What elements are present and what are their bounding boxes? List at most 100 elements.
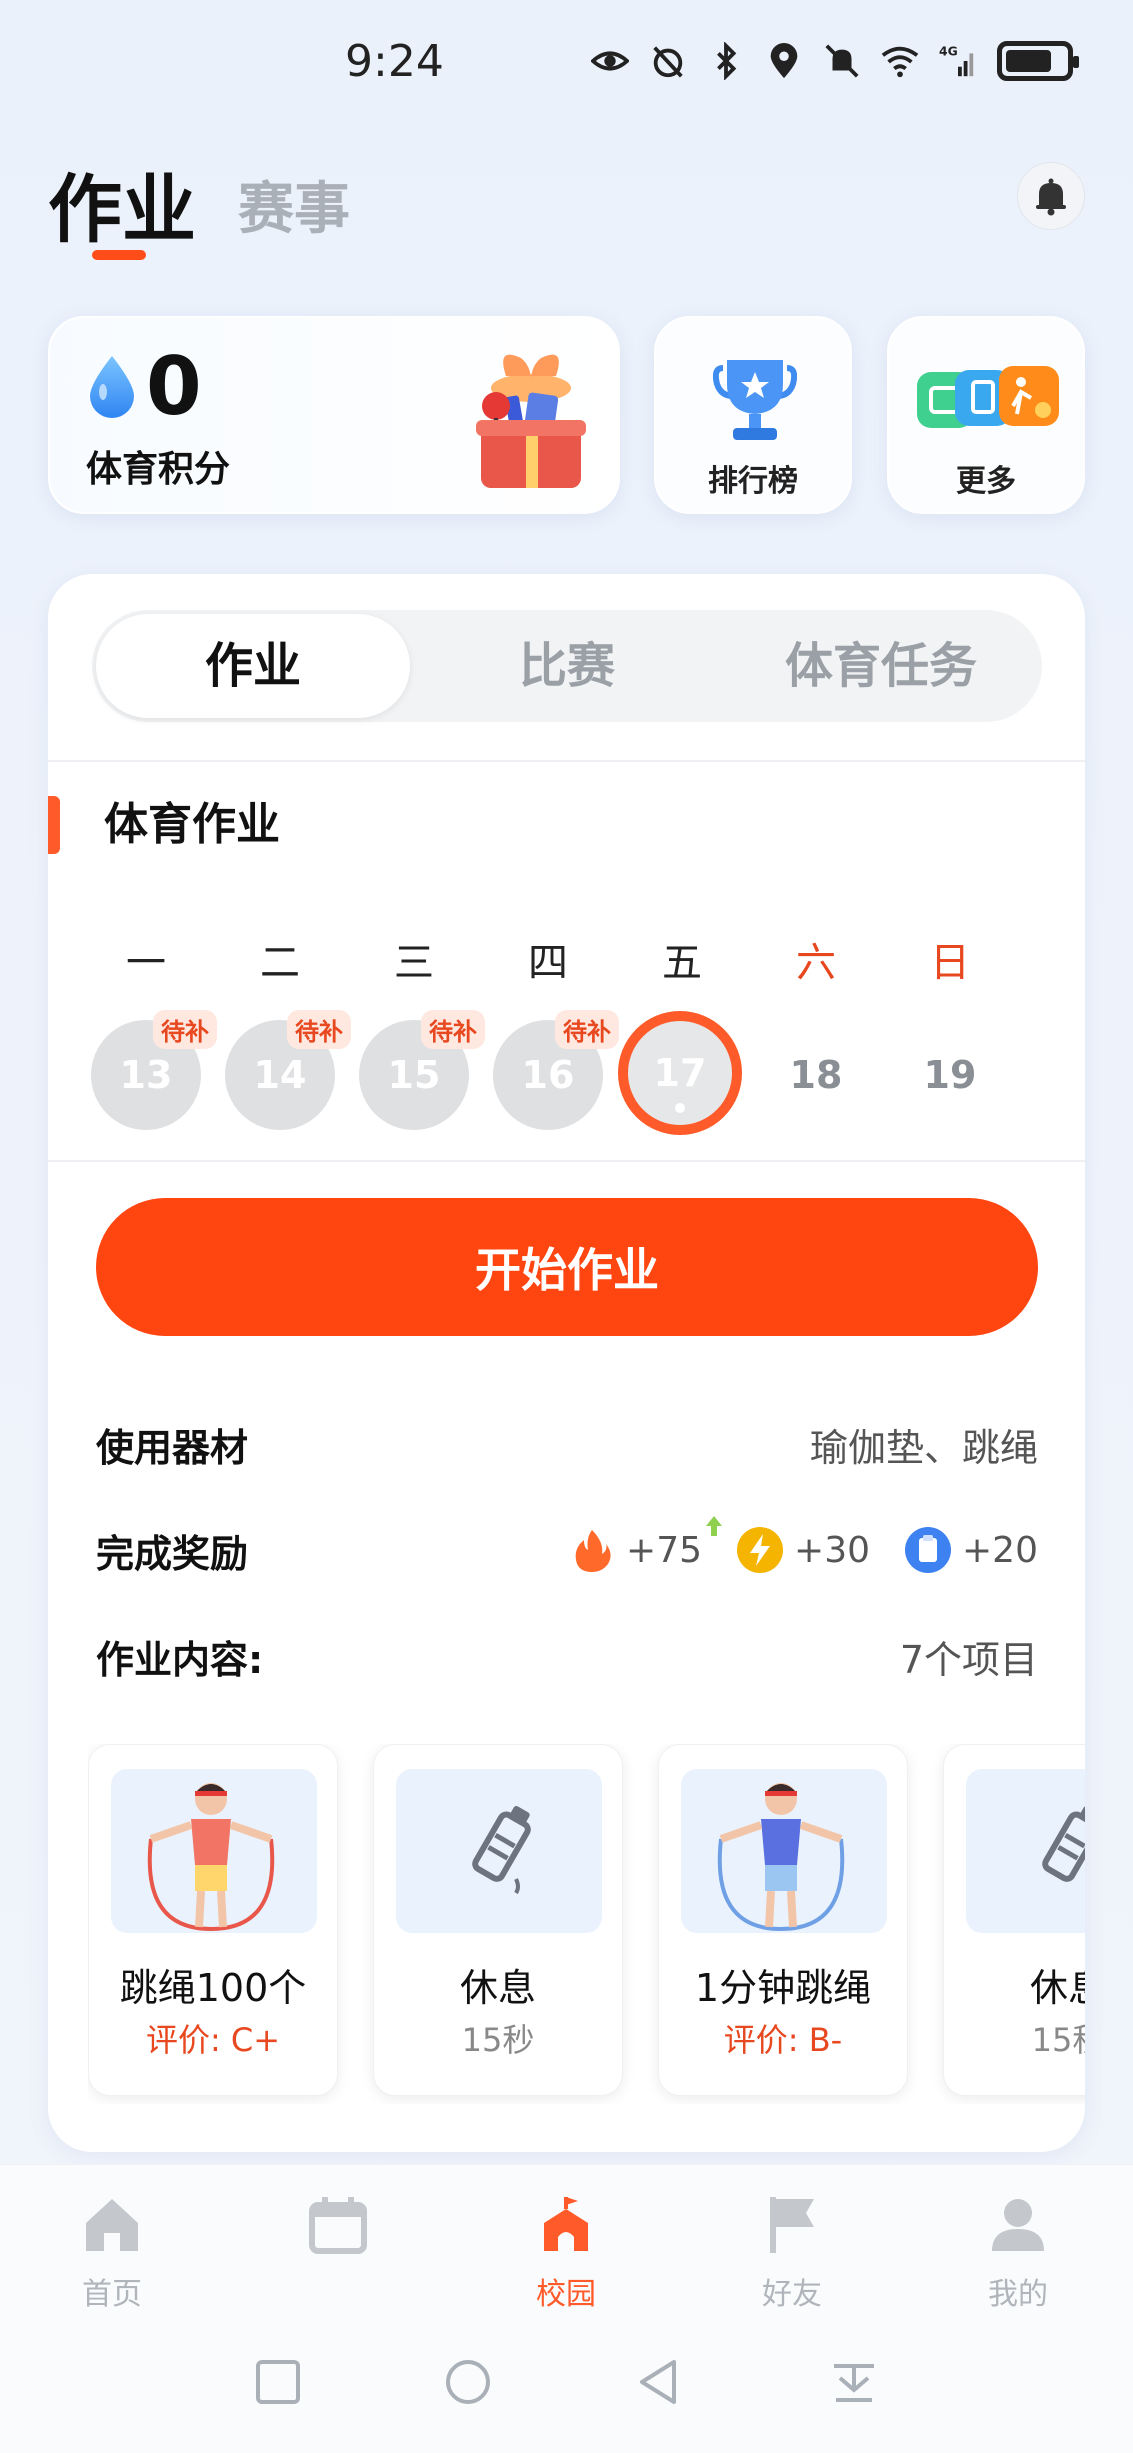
eye-icon [591,42,629,80]
makeup-badge: 待补 [287,1010,351,1049]
content-count[interactable]: 7个项目 [900,1629,1038,1684]
wifi-icon [881,42,919,80]
day-18[interactable]: 18 [761,1020,871,1130]
nav-label: 我的 [988,2277,1048,2312]
start-homework-button[interactable]: 开始作业 [96,1198,1038,1336]
clipboard-icon [905,1527,952,1573]
calendar-icon [309,2197,367,2254]
bluetooth-icon [707,42,745,80]
exercise-title: 跳绳100个 [119,1966,307,2010]
weekday-label: 五 [662,940,702,986]
tab-active-indicator [92,250,146,260]
more-apps-icon [917,366,1059,428]
tab-homework[interactable]: 作业 [48,150,196,257]
homework-panel: 作业 比赛 体育任务 体育作业 一 二 三 四 五 六 日 13 待补 14 待… [48,574,1085,2152]
nav-friends[interactable]: 好友 [732,2193,852,2313]
reward-value: +30 [794,1529,871,1571]
day-number: 13 [119,1053,173,1097]
day-16[interactable]: 16 待补 [493,1010,619,1130]
battery-icon [997,41,1079,81]
exercise-card[interactable]: 休息 15秒 [373,1744,623,2096]
rewards-row: 完成奖励 +75 +30 +20 [96,1516,1038,1580]
divider [48,760,1085,762]
exercise-card[interactable]: 跳绳100个 评价: C+ [88,1744,338,2096]
status-bar: 9:24 4G [0,0,1133,110]
water-bottle-icon [1042,1806,1085,1882]
leaderboard-card[interactable]: 排行榜 [654,316,852,514]
notification-pull-icon[interactable] [826,2354,882,2410]
day-15[interactable]: 15 待补 [359,1010,485,1130]
weekday-label: 二 [260,940,300,986]
day-19[interactable]: 19 [895,1020,1005,1130]
day-number: 16 [521,1053,575,1097]
jump-rope-girl-icon [147,1783,275,1932]
svg-text:4G: 4G [939,44,958,58]
section-title: 体育作业 [104,799,280,850]
exercise-grade: 评价: B- [723,2021,843,2059]
trophy-icon [713,360,797,440]
tab-events[interactable]: 赛事 [238,164,350,245]
day-number: 17 [653,1051,707,1095]
points-label: 体育积分 [86,449,231,490]
exercise-image [966,1769,1085,1933]
exercise-card[interactable]: 1分钟跳绳 评价: B- [658,1744,908,2096]
gift-box-icon [476,354,586,488]
user-icon [992,2199,1044,2251]
exercise-title: 休息 [1029,1966,1085,2010]
segment-competition[interactable]: 比赛 [410,610,724,722]
nav-campus[interactable]: 校园 [506,2193,626,2313]
equipment-label: 使用器材 [96,1425,249,1470]
section-accent-bar [48,796,60,854]
exercise-card[interactable]: 休息 15秒 [943,1744,1085,2096]
day-13[interactable]: 13 待补 [91,1010,217,1130]
equipment-value: 瑜伽垫、跳绳 [809,1425,1038,1470]
equipment-row: 使用器材 瑜伽垫、跳绳 [96,1414,1038,1474]
notification-button[interactable] [1017,162,1085,230]
nav-label: 首页 [82,2277,142,2312]
more-card[interactable]: 更多 [887,316,1085,514]
back-icon[interactable] [632,2354,688,2410]
status-time: 9:24 [345,36,444,87]
weekday-label: 六 [796,940,836,986]
home-circle-icon[interactable] [440,2354,496,2410]
location-icon [765,42,803,80]
nav-label: 好友 [762,2277,822,2312]
nav-home[interactable]: 首页 [52,2193,172,2313]
nav-label: 校园 [536,2277,596,2312]
exercise-duration: 15秒 [461,2021,535,2059]
divider [48,1160,1085,1162]
weekday-label: 三 [394,940,434,986]
weekday-labels: 一 二 三 四 五 六 日 [96,930,1030,986]
up-arrow-icon [706,1516,723,1536]
flag-icon [770,2197,814,2253]
signal-icon: 4G [939,42,977,80]
segment-sports-tasks[interactable]: 体育任务 [724,610,1038,722]
more-label: 更多 [956,464,1016,499]
segment-homework[interactable]: 作业 [96,610,410,722]
water-bottle-icon [472,1806,531,1895]
recent-apps-icon[interactable] [250,2354,306,2410]
day-number: 15 [387,1053,441,1097]
reward-item: +20 [904,1526,1038,1574]
reward-value: +75 [626,1529,703,1571]
exercise-title: 1分钟跳绳 [694,1966,872,2010]
day-14[interactable]: 14 待补 [225,1010,351,1130]
sports-points-card[interactable]: 0 体育积分 [48,316,620,514]
water-drop-icon [90,356,134,418]
weekday-label: 日 [930,940,970,986]
nav-calendar[interactable] [278,2193,398,2269]
makeup-badge: 待补 [153,1010,217,1049]
segment-control: 作业 比赛 体育任务 [92,610,1042,722]
day-number: 14 [253,1053,307,1097]
nav-profile[interactable]: 我的 [958,2193,1078,2313]
points-value: 0 [146,340,202,433]
exercise-duration: 15秒 [1031,2021,1085,2059]
day-17-today[interactable]: 17 [618,1011,742,1135]
leaderboard-label: 排行榜 [708,464,798,499]
day-number: 19 [923,1053,977,1097]
makeup-badge: 待补 [555,1010,619,1049]
reward-item: +75 [568,1516,723,1574]
exercise-grade: 评价: C+ [145,2021,281,2059]
day-selector: 13 待补 14 待补 15 待补 16 待补 17 18 19 [91,1010,1030,1144]
today-dot [675,1103,685,1113]
